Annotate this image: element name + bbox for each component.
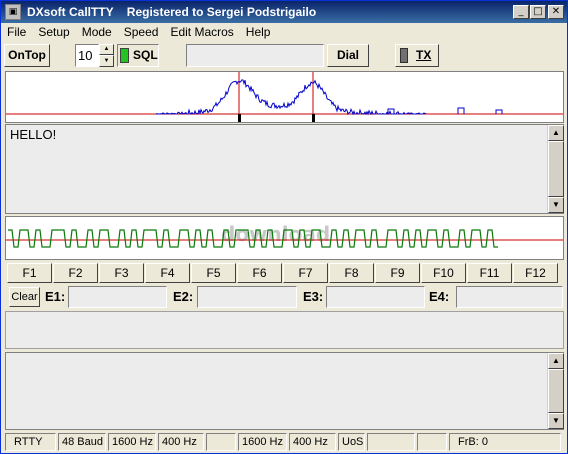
close-button[interactable]: ✕ xyxy=(548,5,564,19)
fkey-f1[interactable]: F1 xyxy=(7,263,52,283)
fkey-f12[interactable]: F12 xyxy=(513,263,558,283)
marker-tick-1 xyxy=(238,114,241,122)
watermark: download xyxy=(221,222,330,246)
function-keys: F1 F2 F3 F4 F5 F6 F7 F8 F9 F10 F11 F12 xyxy=(7,263,563,283)
main-window: ▣ DXsoft CallTTY Registered to Sergei Po… xyxy=(0,0,568,454)
fkey-f8[interactable]: F8 xyxy=(329,263,374,283)
tx-scroll-up-button[interactable]: ▲ xyxy=(548,353,564,369)
spectrum-trace xyxy=(155,79,427,116)
receive-scrollbar[interactable]: ▲ ▼ xyxy=(547,125,564,213)
speed-input[interactable]: 10 xyxy=(75,44,99,67)
toolbar: OnTop 10 ▲ ▼ SQL Dial TX xyxy=(1,42,567,69)
status-freq2: 1600 Hz xyxy=(238,433,287,451)
e3-label: E3: xyxy=(303,289,324,304)
tx-scroll-down-button[interactable]: ▼ xyxy=(548,413,564,429)
status-uos: UoS xyxy=(338,433,365,451)
fkey-f2[interactable]: F2 xyxy=(53,263,98,283)
spectrum-blip-2 xyxy=(495,109,503,114)
transmit-scrollbar[interactable]: ▲ ▼ xyxy=(547,353,564,429)
window-title: DXsoft CallTTY Registered to Sergei Pods… xyxy=(27,5,317,19)
frequency-field[interactable] xyxy=(186,44,324,67)
marker-tick-2 xyxy=(312,114,315,122)
exchange-row: Clear E1: E2: E3: E4: xyxy=(7,286,563,308)
e2-field[interactable] xyxy=(197,286,297,308)
scroll-up-button[interactable]: ▲ xyxy=(548,125,564,141)
menu-file[interactable]: File xyxy=(1,23,32,42)
ontop-button[interactable]: OnTop xyxy=(4,44,50,67)
menu-help[interactable]: Help xyxy=(240,23,277,42)
spectrum-display[interactable] xyxy=(5,71,564,123)
fkey-f5[interactable]: F5 xyxy=(191,263,236,283)
sql-control[interactable]: SQL xyxy=(117,44,159,67)
status-freq1: 1600 Hz xyxy=(108,433,156,451)
scope-graph: download xyxy=(6,222,563,248)
sql-indicator xyxy=(120,48,129,63)
macro-panel[interactable] xyxy=(5,311,564,349)
spin-up-button[interactable]: ▲ xyxy=(99,44,114,55)
menu-edit-macros[interactable]: Edit Macros xyxy=(164,23,239,42)
menu-bar: File Setup Mode Speed Edit Macros Help xyxy=(1,23,567,42)
spectrum-graph xyxy=(6,72,563,122)
status-empty3 xyxy=(417,433,447,451)
e4-field[interactable] xyxy=(456,286,563,308)
title-bar[interactable]: ▣ DXsoft CallTTY Registered to Sergei Po… xyxy=(1,1,567,23)
receive-text-area[interactable]: HELLO! ▲ ▼ xyxy=(5,124,564,214)
transmit-text-area[interactable]: ▲ ▼ xyxy=(5,352,564,430)
fkey-f11[interactable]: F11 xyxy=(467,263,512,283)
status-shift2: 400 Hz xyxy=(289,433,336,451)
e2-label: E2: xyxy=(173,289,194,304)
e1-label: E1: xyxy=(45,289,66,304)
status-bar: RTTY 48 Baud 1600 Hz 400 Hz 1600 Hz 400 … xyxy=(1,432,567,453)
tx-label: TX xyxy=(416,48,432,62)
fkey-f6[interactable]: F6 xyxy=(237,263,282,283)
fkey-f9[interactable]: F9 xyxy=(375,263,420,283)
clear-button[interactable]: Clear xyxy=(9,287,40,307)
tx-indicator xyxy=(400,48,408,63)
app-icon[interactable]: ▣ xyxy=(5,4,21,20)
status-empty1 xyxy=(206,433,236,451)
menu-setup[interactable]: Setup xyxy=(32,23,75,42)
scroll-down-button[interactable]: ▼ xyxy=(548,197,564,213)
scroll-thumb[interactable] xyxy=(548,141,564,197)
fkey-f10[interactable]: F10 xyxy=(421,263,466,283)
received-text: HELLO! xyxy=(10,127,57,142)
e3-field[interactable] xyxy=(326,286,425,308)
menu-speed[interactable]: Speed xyxy=(118,23,165,42)
dial-button[interactable]: Dial xyxy=(327,44,369,67)
e1-field[interactable] xyxy=(68,286,167,308)
minimize-button[interactable]: _ xyxy=(513,5,529,19)
spin-down-button[interactable]: ▼ xyxy=(99,55,114,67)
status-shift1: 400 Hz xyxy=(158,433,204,451)
sql-label: SQL xyxy=(133,48,158,62)
status-empty2 xyxy=(367,433,415,451)
tuning-scope: download xyxy=(5,216,564,260)
fkey-f4[interactable]: F4 xyxy=(145,263,190,283)
fkey-f7[interactable]: F7 xyxy=(283,263,328,283)
e4-label: E4: xyxy=(429,289,450,304)
maximize-button[interactable]: □ xyxy=(530,5,546,19)
status-mode: RTTY xyxy=(5,433,56,451)
status-frb: FrB: 0 xyxy=(449,433,561,451)
spectrum-blip-1 xyxy=(457,107,465,114)
menu-mode[interactable]: Mode xyxy=(76,23,118,42)
fkey-f3[interactable]: F3 xyxy=(99,263,144,283)
status-baud: 48 Baud xyxy=(58,433,106,451)
tx-scroll-thumb[interactable] xyxy=(548,369,564,413)
tx-button[interactable]: TX xyxy=(395,44,439,67)
